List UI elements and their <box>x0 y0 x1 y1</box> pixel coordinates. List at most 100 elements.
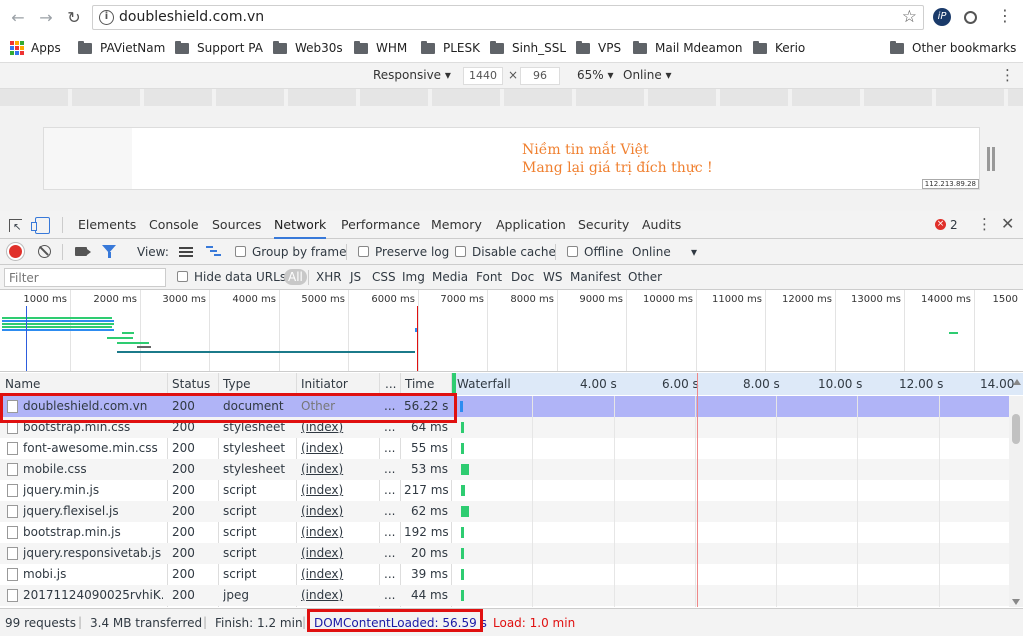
large-rows-icon[interactable] <box>179 247 193 257</box>
filter-type-other[interactable]: Other <box>628 270 662 284</box>
resize-handle-left[interactable] <box>987 147 990 171</box>
forward-icon[interactable]: → <box>36 8 56 28</box>
filter-type-font[interactable]: Font <box>476 270 502 284</box>
zoom-select[interactable]: 65% ▾ <box>577 68 614 82</box>
header-waterfall[interactable]: Waterfall <box>457 377 511 391</box>
request-initiator[interactable]: (index) <box>301 438 379 459</box>
overview-bar <box>117 342 149 344</box>
network-label: Online <box>623 68 662 82</box>
ip-extension-icon[interactable]: iP <box>933 8 951 26</box>
request-initiator[interactable]: (index) <box>301 564 379 585</box>
bookmark-whm[interactable]: WHM <box>354 39 407 57</box>
resize-handle-right[interactable] <box>992 147 995 171</box>
network-select[interactable]: Online ▾ <box>623 68 672 82</box>
tab-sources[interactable]: Sources <box>212 211 261 239</box>
overview-bar <box>2 329 114 331</box>
record-icon[interactable] <box>9 245 22 258</box>
error-count[interactable]: 2 <box>950 218 958 232</box>
request-initiator[interactable]: (index) <box>301 543 379 564</box>
clear-icon[interactable] <box>38 245 51 258</box>
bookmark-label: VPS <box>598 41 622 55</box>
bookmark-web30s[interactable]: Web30s <box>273 39 343 57</box>
url-text[interactable]: doubleshield.com.vn <box>119 9 264 25</box>
header-initiator[interactable]: Initiator <box>301 377 348 391</box>
header-name[interactable]: Name <box>5 377 40 391</box>
header-size[interactable]: ... <box>385 377 396 391</box>
filter-type-manifest[interactable]: Manifest <box>570 270 621 284</box>
tab-application[interactable]: Application <box>496 211 566 239</box>
bookmark-sinh-ssl[interactable]: Sinh_SSL <box>490 39 566 57</box>
hide-data-urls-checkbox[interactable]: Hide data URLs <box>177 270 286 284</box>
scrollbar-thumb[interactable] <box>1012 414 1020 444</box>
throttle-select[interactable]: Online ▾ <box>632 245 697 259</box>
extension-ring-icon[interactable] <box>964 11 977 24</box>
address-bar[interactable]: i doubleshield.com.vn ☆ <box>92 5 924 30</box>
bookmark-mail-mdeamon[interactable]: Mail Mdeamon <box>633 39 743 57</box>
header-type[interactable]: Type <box>223 377 251 391</box>
info-icon[interactable]: i <box>99 10 114 25</box>
filter-type-doc[interactable]: Doc <box>511 270 534 284</box>
error-icon[interactable]: × <box>935 219 946 230</box>
network-overview[interactable]: 1000 ms 2000 ms 3000 ms 4000 ms 5000 ms … <box>0 290 1023 372</box>
media-query-bar[interactable] <box>0 89 1023 106</box>
table-scrollbar[interactable] <box>1009 396 1023 607</box>
reload-icon[interactable]: ↻ <box>64 8 84 28</box>
filter-type-media[interactable]: Media <box>432 270 468 284</box>
tab-audits[interactable]: Audits <box>642 211 681 239</box>
filter-type-css[interactable]: CSS <box>372 270 396 284</box>
request-initiator[interactable]: (index) <box>301 585 379 606</box>
header-time[interactable]: Time <box>405 377 434 391</box>
overview-tick: 6000 ms <box>371 294 415 305</box>
bookmark-plesk[interactable]: PLESK <box>421 39 480 57</box>
filter-type-img[interactable]: Img <box>402 270 425 284</box>
devtools-menu-icon[interactable]: ⋮ <box>977 215 992 233</box>
filter-input[interactable] <box>4 268 166 287</box>
requests-count: 99 requests <box>5 616 76 630</box>
preserve-log-checkbox[interactable]: Preserve log <box>358 245 449 259</box>
request-type: script <box>223 567 257 581</box>
bookmark-other[interactable]: Other bookmarks <box>890 39 1016 57</box>
tab-console[interactable]: Console <box>149 211 199 239</box>
preserve-log-label: Preserve log <box>375 245 450 259</box>
screenshot-capture-icon[interactable] <box>75 247 91 256</box>
bookmark-apps[interactable]: Apps <box>10 39 61 57</box>
offline-checkbox[interactable]: Offline <box>567 245 623 259</box>
request-initiator[interactable]: (index) <box>301 459 379 480</box>
close-devtools-icon[interactable]: ✕ <box>1001 214 1014 233</box>
disable-cache-checkbox[interactable]: Disable cache <box>455 245 556 259</box>
toolbar-divider <box>308 270 309 285</box>
tab-security[interactable]: Security <box>578 211 629 239</box>
tab-performance[interactable]: Performance <box>341 211 420 239</box>
header-status[interactable]: Status <box>172 377 210 391</box>
chrome-menu-icon[interactable]: ⋮ <box>996 8 1014 26</box>
scroll-down-icon[interactable] <box>1012 599 1020 605</box>
bookmark-pavietnam[interactable]: PAVietNam <box>78 39 165 57</box>
height-input[interactable]: 96 <box>520 67 560 85</box>
bookmark-support-pa[interactable]: Support PA <box>175 39 263 57</box>
width-input[interactable]: 1440 <box>463 67 503 85</box>
request-initiator[interactable]: (index) <box>301 480 379 501</box>
device-more-icon[interactable]: ⋮ <box>1000 66 1015 84</box>
bookmark-vps[interactable]: VPS <box>576 39 621 57</box>
inspect-element-icon[interactable]: ↖ <box>9 219 22 233</box>
tab-elements[interactable]: Elements <box>78 211 136 239</box>
filter-icon[interactable] <box>102 245 116 258</box>
grid-line <box>487 290 488 371</box>
tab-memory[interactable]: Memory <box>431 211 482 239</box>
filter-type-ws[interactable]: WS <box>543 270 562 284</box>
filter-type-xhr[interactable]: XHR <box>316 270 342 284</box>
device-toolbar-icon[interactable] <box>31 217 50 234</box>
tab-network[interactable]: Network <box>274 211 327 239</box>
bookmark-kerio[interactable]: Kerio <box>753 39 805 57</box>
filter-type-all[interactable]: All <box>284 269 307 285</box>
scroll-up-icon[interactable] <box>1013 379 1021 385</box>
device-select[interactable]: Responsive ▾ <box>373 68 451 82</box>
filter-type-js[interactable]: JS <box>350 270 361 284</box>
request-initiator[interactable]: (index) <box>301 522 379 543</box>
bookmark-star-icon[interactable]: ☆ <box>902 7 917 27</box>
back-icon[interactable]: ← <box>8 8 28 28</box>
request-initiator[interactable]: (index) <box>301 501 379 522</box>
waterfall-view-icon[interactable] <box>206 246 222 258</box>
browser-top-bar: ← → ↻ i doubleshield.com.vn ☆ iP ⋮ <box>0 0 1023 35</box>
group-by-frame-checkbox[interactable]: Group by frame <box>235 245 346 259</box>
